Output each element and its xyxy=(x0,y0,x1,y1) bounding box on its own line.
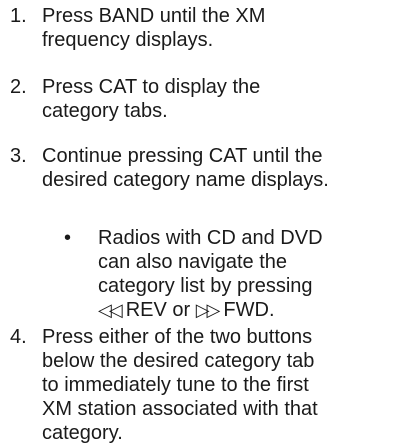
note-line: Radios with CD and DVD xyxy=(98,227,323,249)
step-number: 3. xyxy=(10,145,27,167)
step-line: Continue pressing CAT until the xyxy=(42,145,323,167)
note-line-buttons: ◁◁ REV or ▷▷ FWD. xyxy=(98,298,323,322)
note-line: category list by pressing xyxy=(98,275,313,297)
fast-forward-icon: ▷▷ xyxy=(195,300,221,320)
step-number: 2. xyxy=(10,76,27,98)
step-line: XM station associated with that xyxy=(42,398,318,420)
step-number: 4. xyxy=(10,326,27,348)
rewind-icon: ◁◁ xyxy=(98,300,123,320)
bullet-icon: • xyxy=(64,227,72,249)
step-line: Press CAT to display the xyxy=(42,76,261,98)
instruction-page: 1. Press BAND until the XM frequency dis… xyxy=(0,0,397,444)
step-line: category tabs. xyxy=(42,100,168,122)
step-line: category. xyxy=(42,422,123,444)
step-text: Continue pressing CAT until the desired … xyxy=(42,144,392,192)
step-line: below the desired category tab xyxy=(42,350,315,372)
step-text: Press BAND until the XM frequency displa… xyxy=(42,4,392,52)
step-line: Press either of the two buttons xyxy=(42,326,313,348)
note-line: can also navigate the xyxy=(98,251,288,273)
fwd-label: FWD. xyxy=(223,299,275,321)
step-number: 1. xyxy=(10,5,27,27)
step-line: frequency displays. xyxy=(42,29,214,51)
step-text: Press either of the two buttons below th… xyxy=(42,325,392,445)
note-text: Radios with CD and DVD can also navigate… xyxy=(98,226,323,322)
step-line: to immediately tune to the first xyxy=(42,374,309,396)
step-line: desired category name displays. xyxy=(42,169,329,191)
step-line: Press BAND until the XM xyxy=(42,5,266,27)
rev-label: REV or xyxy=(125,299,191,321)
step-text: Press CAT to display the category tabs. xyxy=(42,75,392,123)
